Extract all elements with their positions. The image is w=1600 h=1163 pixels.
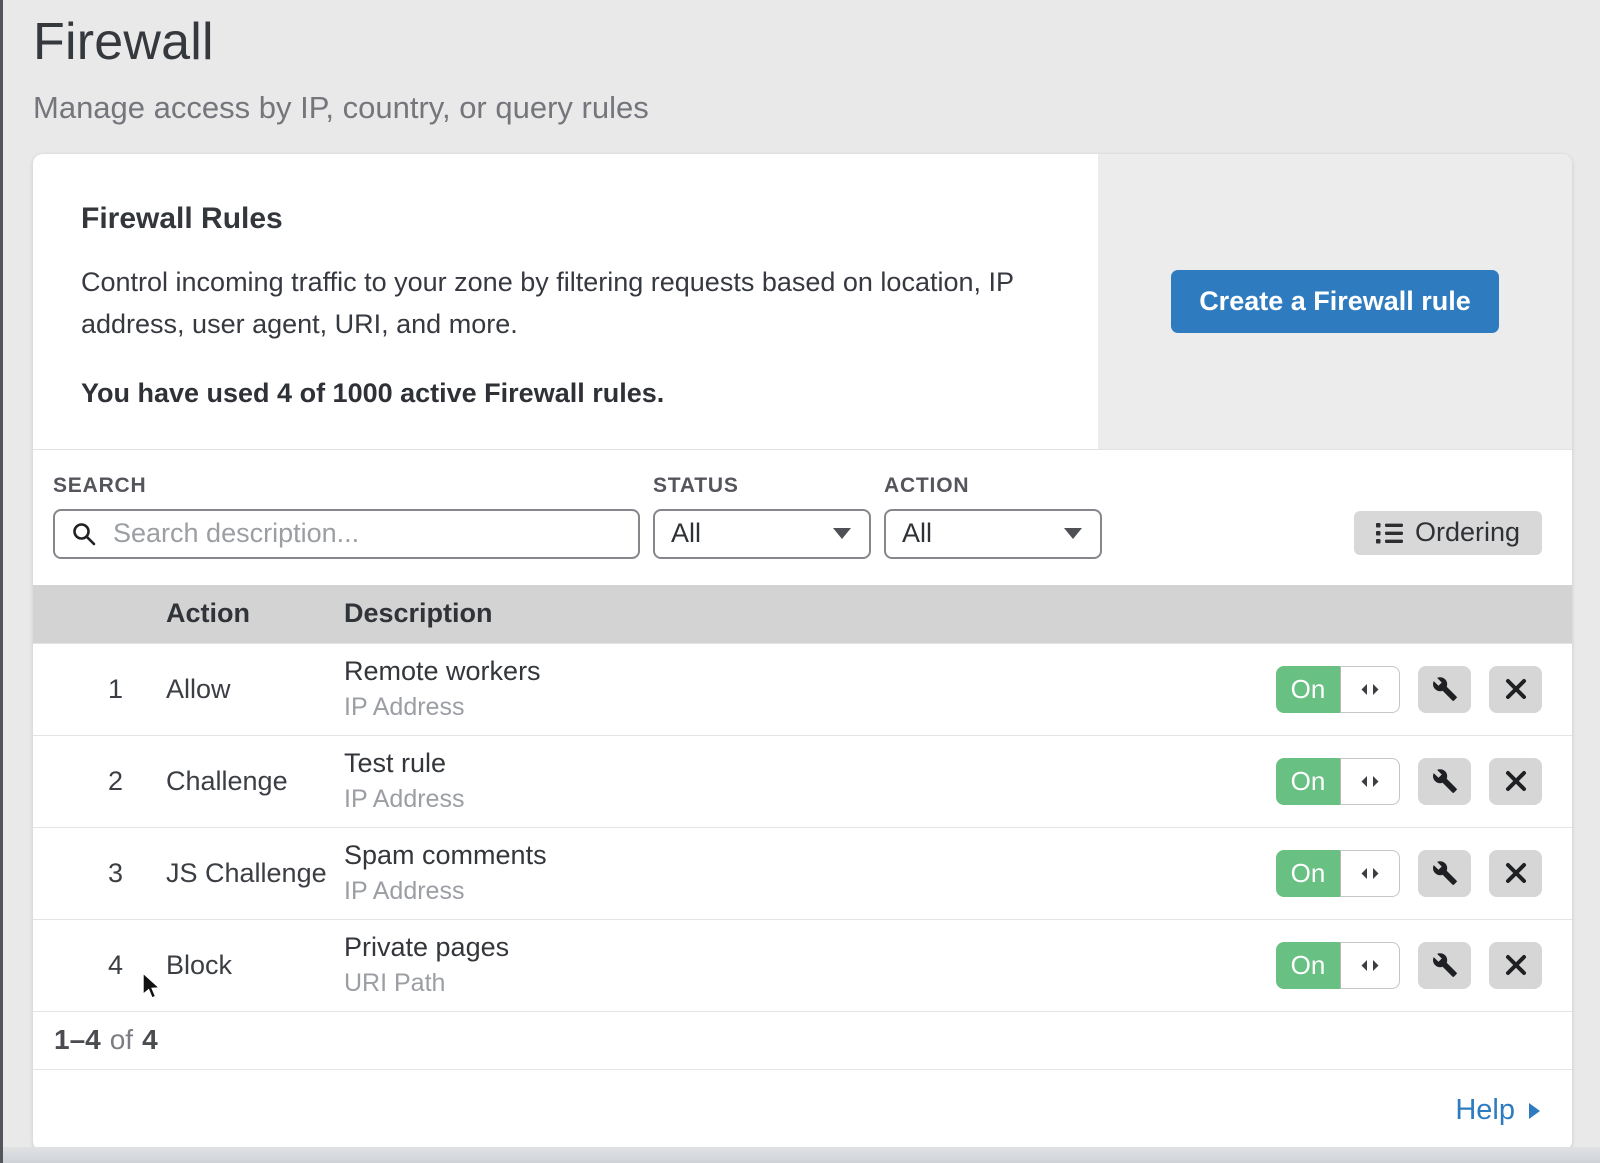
table-row: 3 JS Challenge Spam comments IP Address … <box>33 827 1572 919</box>
firewall-page: Firewall Manage access by IP, country, o… <box>0 0 1600 1151</box>
rule-enabled-toggle[interactable]: On <box>1276 666 1400 713</box>
left-right-arrows-icon <box>1359 867 1381 880</box>
panel-footer: Help <box>33 1069 1572 1151</box>
rule-match-type: IP Address <box>344 877 1276 906</box>
section-heading: Firewall Rules <box>81 202 1048 236</box>
search-icon <box>71 521 97 547</box>
rule-enabled-toggle[interactable]: On <box>1276 942 1400 989</box>
create-firewall-rule-button[interactable]: Create a Firewall rule <box>1171 270 1499 333</box>
page-subtitle: Manage access by IP, country, or query r… <box>33 90 1572 126</box>
pagination: 1–4 of 4 <box>33 1011 1572 1069</box>
help-link[interactable]: Help <box>1455 1094 1540 1127</box>
rule-description: Spam comments <box>344 840 1276 871</box>
rule-enabled-toggle[interactable]: On <box>1276 850 1400 897</box>
rule-description: Test rule <box>344 748 1276 779</box>
rule-number: 4 <box>33 950 123 981</box>
rule-number: 3 <box>33 858 123 889</box>
table-row: 1 Allow Remote workers IP Address On <box>33 643 1572 735</box>
ordering-button[interactable]: Ordering <box>1354 511 1542 555</box>
delete-rule-button[interactable] <box>1489 758 1542 805</box>
wrench-icon <box>1432 860 1458 886</box>
table-row: 4 Block Private pages URI Path On <box>33 919 1572 1011</box>
delete-rule-button[interactable] <box>1489 850 1542 897</box>
x-icon <box>1505 862 1527 884</box>
action-label: ACTION <box>884 474 1102 498</box>
pagination-of: of <box>110 1024 133 1056</box>
action-selected-value: All <box>902 518 932 549</box>
cta-panel: Create a Firewall rule <box>1098 154 1572 449</box>
status-label: STATUS <box>653 474 871 498</box>
delete-rule-button[interactable] <box>1489 942 1542 989</box>
filter-bar: SEARCH STATUS All ACTION <box>33 450 1572 585</box>
pagination-range: 1–4 <box>54 1024 101 1056</box>
rule-match-type: IP Address <box>344 693 1276 722</box>
rule-action: JS Challenge <box>123 858 344 889</box>
edit-rule-button[interactable] <box>1418 758 1471 805</box>
section-description: Control incoming traffic to your zone by… <box>81 262 1031 346</box>
left-right-arrows-icon <box>1359 775 1381 788</box>
delete-rule-button[interactable] <box>1489 666 1542 713</box>
action-select[interactable]: All <box>884 509 1102 559</box>
edit-rule-button[interactable] <box>1418 850 1471 897</box>
rule-action: Challenge <box>123 766 344 797</box>
wrench-icon <box>1432 952 1458 978</box>
left-right-arrows-icon <box>1359 959 1381 972</box>
ordered-list-icon <box>1376 522 1403 544</box>
help-label: Help <box>1455 1094 1515 1127</box>
usage-note: You have used 4 of 1000 active Firewall … <box>81 378 1048 409</box>
rule-match-type: IP Address <box>344 785 1276 814</box>
x-icon <box>1505 770 1527 792</box>
search-input[interactable] <box>53 509 640 559</box>
mouse-cursor <box>141 972 169 1002</box>
chevron-down-icon <box>1064 528 1082 539</box>
toggle-on-label: On <box>1276 758 1340 805</box>
status-select[interactable]: All <box>653 509 871 559</box>
toggle-on-label: On <box>1276 666 1340 713</box>
table-row: 2 Challenge Test rule IP Address On <box>33 735 1572 827</box>
status-selected-value: All <box>671 518 701 549</box>
wrench-icon <box>1432 676 1458 702</box>
toggle-on-label: On <box>1276 942 1340 989</box>
rule-enabled-toggle[interactable]: On <box>1276 758 1400 805</box>
toggle-drag-handle[interactable] <box>1340 758 1400 805</box>
edit-rule-button[interactable] <box>1418 942 1471 989</box>
page-title: Firewall <box>33 12 1572 72</box>
intro-section: Firewall Rules Control incoming traffic … <box>33 154 1572 450</box>
rule-number: 1 <box>33 674 123 705</box>
pagination-total: 4 <box>142 1024 158 1056</box>
rule-description: Private pages <box>344 932 1276 963</box>
column-header-description: Description <box>344 598 1542 629</box>
table-header: Action Description <box>33 585 1572 643</box>
chevron-down-icon <box>833 528 851 539</box>
rule-number: 2 <box>33 766 123 797</box>
x-icon <box>1505 678 1527 700</box>
status-field: STATUS All <box>653 474 871 559</box>
toggle-drag-handle[interactable] <box>1340 942 1400 989</box>
column-header-action: Action <box>123 598 344 629</box>
rule-match-type: URI Path <box>344 969 1276 998</box>
wrench-icon <box>1432 768 1458 794</box>
search-label: SEARCH <box>53 474 640 498</box>
rule-action: Allow <box>123 674 344 705</box>
toggle-drag-handle[interactable] <box>1340 850 1400 897</box>
intro-text: Firewall Rules Control incoming traffic … <box>33 154 1098 449</box>
edit-rule-button[interactable] <box>1418 666 1471 713</box>
toggle-drag-handle[interactable] <box>1340 666 1400 713</box>
x-icon <box>1505 954 1527 976</box>
ordering-button-label: Ordering <box>1415 517 1520 548</box>
toggle-on-label: On <box>1276 850 1340 897</box>
rule-description: Remote workers <box>344 656 1276 687</box>
screen-edge <box>0 0 3 1163</box>
page-header: Firewall Manage access by IP, country, o… <box>33 8 1572 154</box>
action-field: ACTION All <box>884 474 1102 559</box>
search-field: SEARCH <box>53 474 640 559</box>
right-arrow-icon <box>1529 1103 1540 1119</box>
left-right-arrows-icon <box>1359 683 1381 696</box>
screen-edge-bottom <box>0 1147 1600 1163</box>
firewall-rules-panel: Firewall Rules Control incoming traffic … <box>33 154 1572 1151</box>
